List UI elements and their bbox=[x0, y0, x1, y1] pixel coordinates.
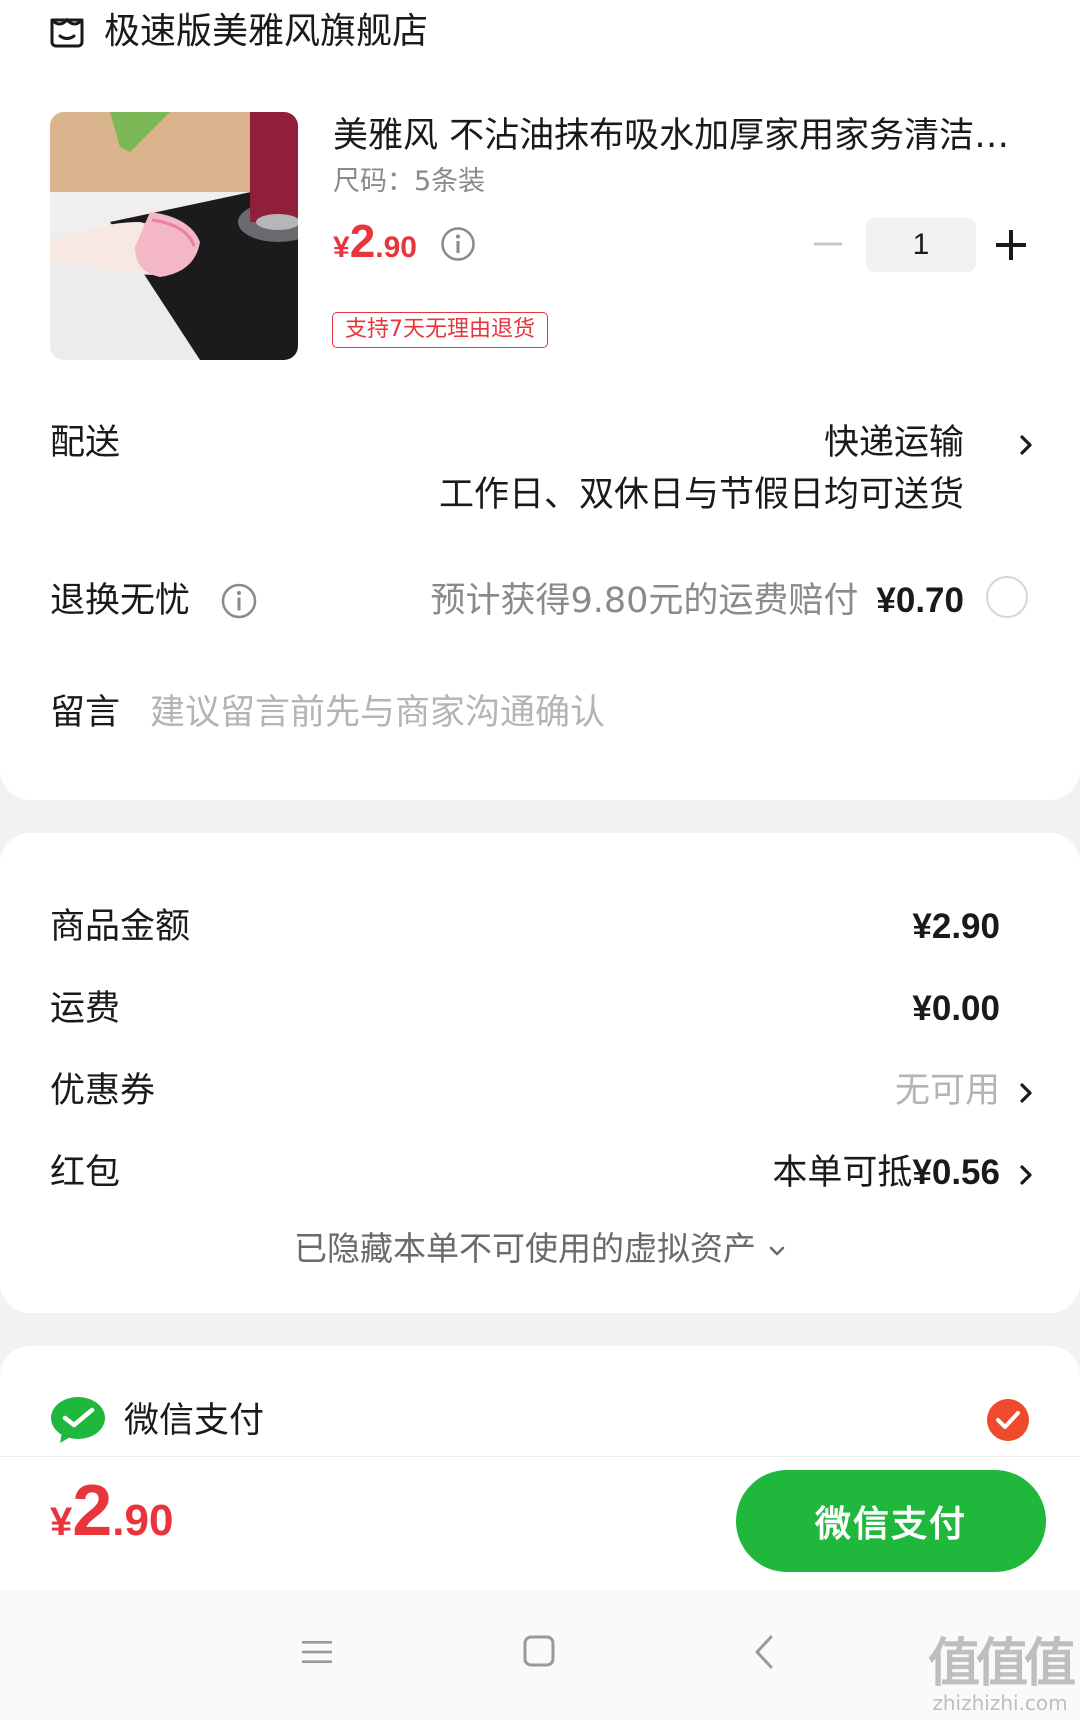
total-price-decimal: .90 bbox=[112, 1496, 174, 1545]
product-title[interactable]: 美雅风 不沾油抹布吸水加厚家用家务清洁洗碗布 bbox=[333, 112, 1033, 160]
worry-free-label: 退换无忧 bbox=[50, 581, 191, 621]
red-packet-amount: ¥0.56 bbox=[912, 1153, 1000, 1192]
home-icon[interactable] bbox=[522, 1634, 556, 1668]
goods-amount-label: 商品金额 bbox=[50, 907, 191, 947]
back-icon[interactable] bbox=[752, 1634, 776, 1670]
info-icon[interactable] bbox=[220, 582, 258, 620]
hidden-assets-toggle[interactable]: 已隐藏本单不可使用的虚拟资产 bbox=[0, 1226, 1080, 1272]
worry-free-description: 预计获得9.80元的运费赔付 ¥0.70 bbox=[430, 578, 964, 624]
chevron-down-icon bbox=[769, 1246, 785, 1255]
store-icon bbox=[50, 17, 84, 48]
delivery-label: 配送 bbox=[50, 423, 121, 463]
total-price-integer: 2 bbox=[72, 1471, 113, 1551]
coupon-value[interactable]: 无可用 bbox=[895, 1068, 1000, 1114]
product-price: ¥2.90 bbox=[333, 214, 417, 268]
menu-icon[interactable] bbox=[300, 1637, 334, 1667]
return-policy-badge: 支持7天无理由退货 bbox=[332, 312, 548, 348]
coupon-label: 优惠券 bbox=[50, 1071, 156, 1111]
selected-check-icon[interactable] bbox=[986, 1398, 1030, 1442]
worry-free-price: ¥0.70 bbox=[876, 581, 964, 620]
message-label: 留言 bbox=[50, 693, 121, 733]
hidden-assets-text: 已隐藏本单不可使用的虚拟资产 bbox=[294, 1229, 756, 1268]
total-price-currency: ¥ bbox=[50, 1500, 73, 1544]
chevron-right-icon[interactable] bbox=[1018, 1162, 1034, 1188]
worry-free-radio[interactable] bbox=[986, 576, 1028, 618]
store-name[interactable]: 极速版美雅风旗舰店 bbox=[104, 8, 428, 56]
watermark-url: zhizhizhi.com bbox=[932, 1691, 1068, 1715]
total-price: ¥2.90 bbox=[50, 1470, 173, 1552]
delivery-method[interactable]: 快递运输 bbox=[824, 420, 964, 466]
freight-label: 运费 bbox=[50, 989, 121, 1029]
chevron-right-icon[interactable] bbox=[1018, 1080, 1034, 1106]
red-packet-value[interactable]: 本单可抵¥0.56 bbox=[772, 1150, 1000, 1196]
wechat-pay-label[interactable]: 微信支付 bbox=[124, 1398, 264, 1444]
message-input[interactable] bbox=[150, 688, 990, 738]
info-icon[interactable] bbox=[440, 226, 476, 262]
red-packet-label: 红包 bbox=[50, 1153, 121, 1193]
product-price-integer: 2 bbox=[349, 215, 376, 267]
red-packet-prefix: 本单可抵 bbox=[772, 1153, 913, 1193]
product-price-currency: ¥ bbox=[333, 231, 350, 264]
quantity-increase-button[interactable] bbox=[994, 228, 1028, 262]
watermark-logo: 值值值 bbox=[928, 1634, 1076, 1694]
product-price-decimal: .90 bbox=[375, 231, 417, 264]
product-image[interactable] bbox=[50, 112, 298, 360]
delivery-note: 工作日、双休日与节假日均可送货 bbox=[438, 475, 964, 515]
worry-free-text: 预计获得9.80元的运费赔付 bbox=[430, 581, 859, 621]
quantity-value[interactable]: 1 bbox=[866, 218, 976, 272]
watermark: 值值值 zhizhizhi.com bbox=[928, 1634, 1076, 1715]
quantity-decrease-button[interactable] bbox=[812, 236, 844, 252]
wechat-pay-icon bbox=[51, 1397, 105, 1443]
wechat-pay-button[interactable]: 微信支付 bbox=[736, 1470, 1046, 1572]
chevron-right-icon[interactable] bbox=[1018, 432, 1034, 458]
freight-value: ¥0.00 bbox=[912, 989, 1000, 1028]
product-spec[interactable]: 尺码：5条装 bbox=[333, 164, 485, 200]
goods-amount-value: ¥2.90 bbox=[912, 907, 1000, 946]
